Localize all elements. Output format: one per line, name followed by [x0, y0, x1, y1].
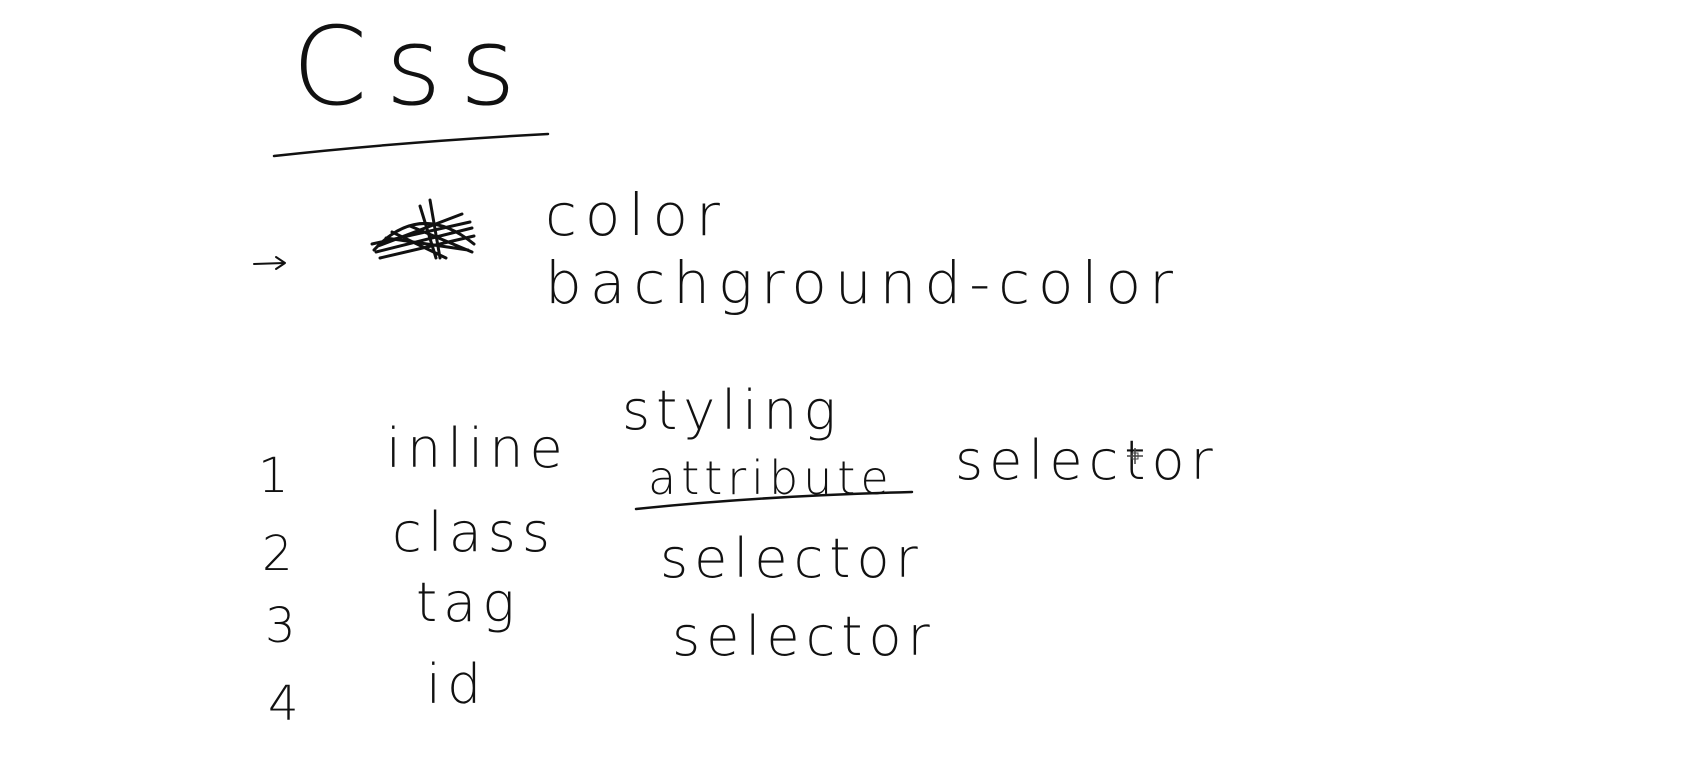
property-background-color: bachground-color — [545, 249, 1181, 317]
row-1-number: 1 — [258, 448, 289, 504]
row-1-label: styling — [622, 379, 842, 442]
row-3-word: tag — [416, 571, 521, 634]
row-1-word: inline — [386, 417, 569, 480]
row-1-struck-word: attribute — [648, 451, 894, 505]
row-3-number: 3 — [265, 598, 296, 654]
page-title: Css — [292, 5, 534, 130]
row-4-number: 4 — [268, 676, 299, 732]
crosshair-cursor-icon — [1127, 448, 1143, 464]
title-underline — [272, 132, 550, 158]
property-color: color — [545, 181, 728, 249]
row-4-word: id — [426, 653, 488, 716]
right-arrow-icon — [253, 256, 286, 270]
row-2-number: 2 — [262, 526, 293, 582]
scribble-icon — [370, 198, 476, 260]
row-1-extra-label: selector — [955, 429, 1219, 492]
row-2-label: selector — [660, 527, 924, 590]
whiteboard-canvas: Css color bachground-color 1 inline styl… — [0, 0, 1700, 778]
row-2-word: class — [392, 501, 557, 564]
row-3-label: selector — [672, 605, 936, 668]
